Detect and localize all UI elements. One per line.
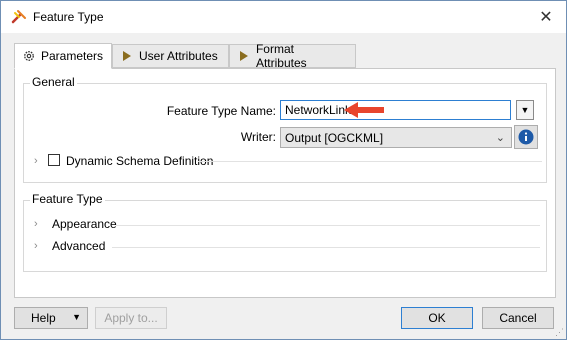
annotation-arrow-icon [344,102,384,118]
expand-chevron-icon[interactable]: › [34,155,38,167]
appearance-section[interactable]: › Appearance [34,217,544,233]
tab-user-attributes[interactable]: User Attributes [112,44,229,68]
feature-type-group: Feature Type › Appearance › Advanced [23,192,547,272]
chevron-down-icon: ⌄ [495,132,505,144]
writer-select[interactable]: Output [OGCKML] ⌄ [280,127,512,148]
window-title: Feature Type [33,10,104,24]
tab-parameters[interactable]: Parameters [14,43,112,69]
general-group: General Feature Type Name: NetworkLink ▼… [23,75,547,183]
parameters-panel: General Feature Type Name: NetworkLink ▼… [14,68,556,298]
dialog-window: Feature Type ✕ Parameters User Attribute… [0,0,567,340]
gear-icon [24,51,34,61]
expand-chevron-icon: › [34,240,38,252]
close-icon: ✕ [539,9,553,26]
general-group-label: General [30,75,77,89]
section-divider [112,247,540,248]
advanced-label: Advanced [52,239,106,253]
feature-type-name-input[interactable]: NetworkLink [280,100,511,120]
feature-type-group-label: Feature Type [30,192,105,206]
fme-transformer-icon [11,10,26,24]
section-divider [116,225,540,226]
arrow-right-icon [239,51,248,61]
resize-grip-icon[interactable]: ⋰ [555,327,564,338]
close-button[interactable]: ✕ [526,1,566,33]
cancel-label: Cancel [499,311,537,325]
advanced-section[interactable]: › Advanced [34,239,544,255]
arrow-right-icon [123,51,131,61]
triangle-down-icon: ▼ [520,105,530,115]
tab-label: Parameters [40,49,103,63]
apply-to-label: Apply to... [104,311,158,325]
ok-button[interactable]: OK [401,307,473,329]
help-label: Help [31,311,56,325]
name-options-button[interactable]: ▼ [516,100,534,120]
cancel-button[interactable]: Cancel [482,307,554,329]
writer-info-button[interactable] [514,125,538,149]
tab-format-attributes[interactable]: Format Attributes [229,42,356,70]
tab-label: Format Attributes [255,42,307,70]
appearance-label: Appearance [52,217,117,231]
ok-label: OK [428,311,446,325]
apply-to-button[interactable]: Apply to... [95,307,167,329]
info-icon [518,129,534,145]
section-divider [198,161,542,162]
help-button[interactable]: Help ▼ [14,307,88,329]
feature-type-name-label: Feature Type Name: [166,104,276,118]
writer-label: Writer: [240,130,276,144]
triangle-down-icon: ▼ [72,312,81,322]
title-bar: Feature Type ✕ [1,1,566,33]
writer-value: Output [OGCKML] [285,131,384,145]
dynamic-schema-label: Dynamic Schema Definition [66,154,214,168]
dynamic-schema-checkbox[interactable] [48,154,60,166]
tab-label: User Attributes [139,49,218,63]
expand-chevron-icon: › [34,218,38,230]
